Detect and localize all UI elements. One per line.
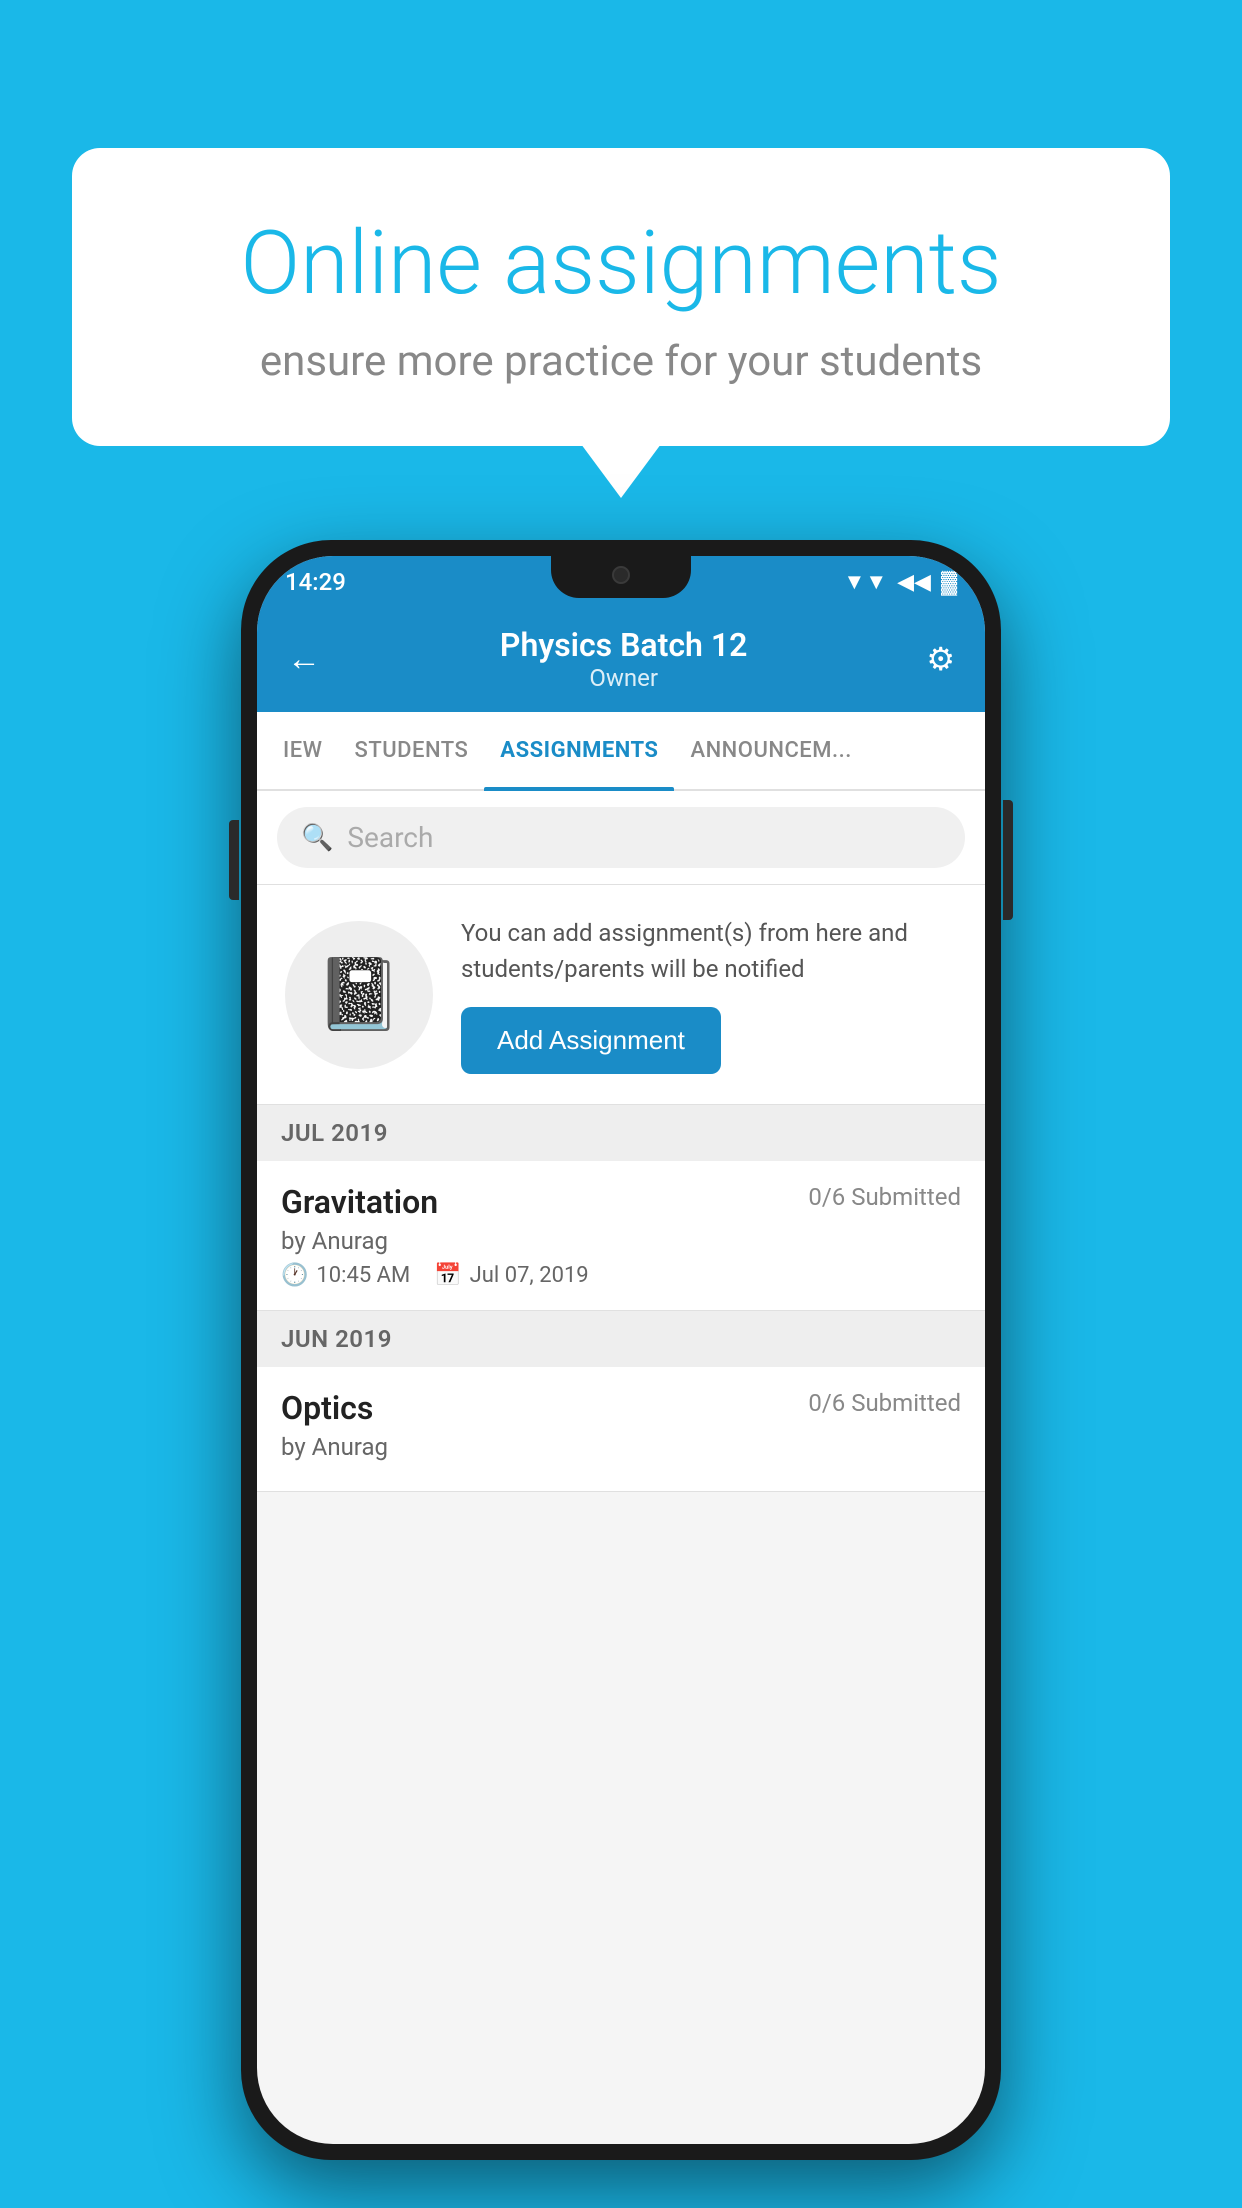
promo-description: You can add assignment(s) from here and … bbox=[461, 915, 957, 987]
header-title-group: Physics Batch 12 Owner bbox=[321, 626, 926, 692]
bubble-title: Online assignments bbox=[152, 216, 1090, 313]
assignment-icon-circle: 📓 bbox=[285, 921, 433, 1069]
header-subtitle: Owner bbox=[321, 664, 926, 692]
notch bbox=[551, 556, 691, 598]
search-icon: 🔍 bbox=[301, 823, 333, 853]
bubble-subtitle: ensure more practice for your students bbox=[152, 337, 1090, 386]
tab-announcements[interactable]: ANNOUNCEM... bbox=[674, 712, 867, 789]
tab-assignments[interactable]: ASSIGNMENTS bbox=[484, 712, 674, 789]
status-icons: ▼▼ ◀◀ ▓ bbox=[844, 569, 957, 595]
tabs-bar: IEW STUDENTS ASSIGNMENTS ANNOUNCEM... bbox=[257, 712, 985, 791]
search-bar[interactable]: 🔍 Search bbox=[277, 807, 965, 868]
speech-bubble-container: Online assignments ensure more practice … bbox=[72, 148, 1170, 446]
assignment-date: Jul 07, 2019 bbox=[470, 1263, 589, 1288]
meta-date: 📅 Jul 07, 2019 bbox=[434, 1263, 588, 1288]
calendar-icon: 📅 bbox=[434, 1263, 461, 1288]
assignment-meta: 🕐 10:45 AM 📅 Jul 07, 2019 bbox=[281, 1263, 961, 1288]
meta-time: 🕐 10:45 AM bbox=[281, 1263, 410, 1288]
promo-card: 📓 You can add assignment(s) from here an… bbox=[257, 885, 985, 1105]
assignment-time: 10:45 AM bbox=[316, 1263, 410, 1288]
wifi-icon: ▼▼ bbox=[844, 569, 888, 595]
assignment-name: Gravitation bbox=[281, 1183, 438, 1221]
speech-bubble: Online assignments ensure more practice … bbox=[72, 148, 1170, 446]
phone-screen: 14:29 ▼▼ ◀◀ ▓ ← Physics Batch 12 Owner ⚙… bbox=[257, 556, 985, 2144]
assignment-name-optics: Optics bbox=[281, 1389, 373, 1427]
assignment-author-optics: by Anurag bbox=[281, 1433, 961, 1461]
tab-iew[interactable]: IEW bbox=[267, 712, 339, 789]
status-time: 14:29 bbox=[285, 568, 346, 596]
section-header-jul: JUL 2019 bbox=[257, 1105, 985, 1161]
notebook-icon: 📓 bbox=[315, 954, 402, 1036]
clock-icon: 🕐 bbox=[281, 1263, 308, 1288]
signal-icon: ◀◀ bbox=[897, 570, 931, 595]
assignment-item-header-optics: Optics 0/6 Submitted bbox=[281, 1389, 961, 1427]
search-bar-wrap: 🔍 Search bbox=[257, 791, 985, 885]
section-header-jun: JUN 2019 bbox=[257, 1311, 985, 1367]
settings-icon[interactable]: ⚙ bbox=[926, 640, 955, 678]
assignment-submitted: 0/6 Submitted bbox=[808, 1183, 961, 1211]
assignment-author: by Anurag bbox=[281, 1227, 961, 1255]
screen-content: 🔍 Search 📓 You can add assignment(s) fro… bbox=[257, 791, 985, 1492]
battery-icon: ▓ bbox=[941, 569, 957, 595]
assignment-item-gravitation[interactable]: Gravitation 0/6 Submitted by Anurag 🕐 10… bbox=[257, 1161, 985, 1311]
header-title: Physics Batch 12 bbox=[321, 626, 926, 664]
back-button[interactable]: ← bbox=[287, 639, 321, 679]
assignment-item-header: Gravitation 0/6 Submitted bbox=[281, 1183, 961, 1221]
add-assignment-button[interactable]: Add Assignment bbox=[461, 1007, 721, 1074]
tab-students[interactable]: STUDENTS bbox=[339, 712, 485, 789]
phone-outer: 14:29 ▼▼ ◀◀ ▓ ← Physics Batch 12 Owner ⚙… bbox=[241, 540, 1001, 2160]
phone-wrapper: 14:29 ▼▼ ◀◀ ▓ ← Physics Batch 12 Owner ⚙… bbox=[241, 540, 1001, 2170]
promo-text: You can add assignment(s) from here and … bbox=[461, 915, 957, 1074]
assignment-submitted-optics: 0/6 Submitted bbox=[808, 1389, 961, 1417]
search-input[interactable]: Search bbox=[347, 821, 433, 854]
front-camera bbox=[612, 566, 630, 584]
app-header: ← Physics Batch 12 Owner ⚙ bbox=[257, 608, 985, 712]
assignment-item-optics[interactable]: Optics 0/6 Submitted by Anurag bbox=[257, 1367, 985, 1492]
